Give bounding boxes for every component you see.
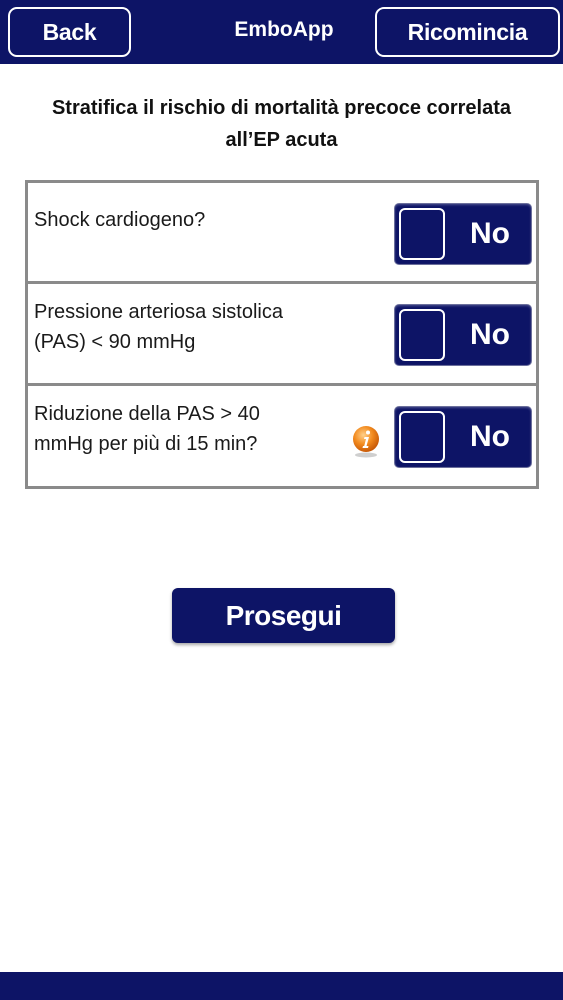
toggle-state-label: No <box>470 318 510 351</box>
toggle-knob <box>399 309 445 361</box>
question-row-pas-reduction: Riduzione della PAS > 40 mmHg per più di… <box>28 387 536 488</box>
bottom-bar <box>0 972 563 1000</box>
question-label: Pressione arteriosa sistolica (PAS) < 90… <box>34 297 354 357</box>
app-screen: Back EmboApp Ricomincia Stratifica il ri… <box>0 0 563 1000</box>
risk-questions-table: Shock cardiogeno? No Pressione arteriosa… <box>25 180 539 489</box>
toggle-knob <box>399 208 445 260</box>
cardiogenic-shock-toggle[interactable]: No <box>394 203 532 265</box>
question-label-line2: mmHg per più di 15 min? <box>34 433 258 455</box>
question-label-line1: Pressione arteriosa sistolica <box>34 301 283 323</box>
page-heading: Stratifica il rischio di mortalità preco… <box>18 92 545 156</box>
question-label: Shock cardiogeno? <box>34 205 354 235</box>
restart-button[interactable]: Ricomincia <box>375 7 560 57</box>
page-heading-line2: all’EP acuta <box>225 129 338 151</box>
back-button[interactable]: Back <box>8 7 131 57</box>
proceed-button[interactable]: Prosegui <box>172 588 395 643</box>
pas-reduction-toggle[interactable]: No <box>394 406 532 468</box>
question-label-line1: Shock cardiogeno? <box>34 209 206 231</box>
question-row-systolic-pressure: Pressione arteriosa sistolica (PAS) < 90… <box>28 285 536 386</box>
info-icon[interactable] <box>351 424 381 458</box>
toggle-knob <box>399 411 445 463</box>
systolic-pressure-toggle[interactable]: No <box>394 304 532 366</box>
app-title: EmboApp <box>234 18 334 41</box>
question-label-line2: (PAS) < 90 mmHg <box>34 331 196 353</box>
question-label: Riduzione della PAS > 40 mmHg per più di… <box>34 399 354 459</box>
question-row-cardiogenic-shock: Shock cardiogeno? No <box>28 183 536 284</box>
top-navigation-bar: Back EmboApp Ricomincia <box>0 0 563 64</box>
page-heading-line1: Stratifica il rischio di mortalità preco… <box>51 97 512 119</box>
toggle-state-label: No <box>470 217 510 250</box>
toggle-state-label: No <box>470 420 510 453</box>
question-label-line1: Riduzione della PAS > 40 <box>34 403 260 425</box>
